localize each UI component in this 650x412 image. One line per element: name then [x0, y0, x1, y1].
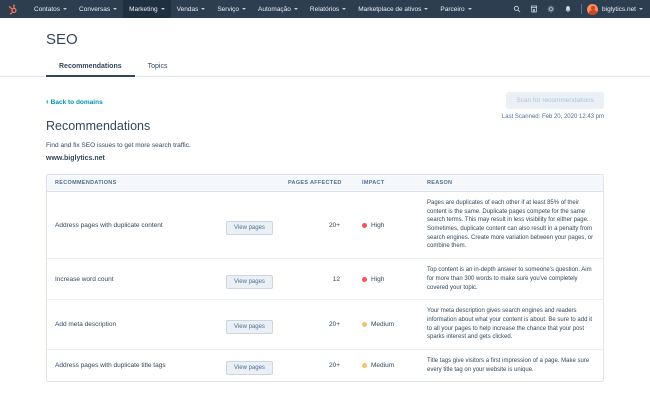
impact-cell: High [350, 276, 424, 283]
back-to-domains-link[interactable]: ‹ Back to domains [46, 99, 103, 106]
view-pages-button[interactable]: View pages [226, 361, 273, 375]
chevron-down-icon [342, 8, 346, 10]
nav-item-relatorios[interactable]: Relatórios [304, 0, 352, 18]
impact-dot [362, 322, 367, 327]
nav-item-contatos[interactable]: Contatos [28, 0, 73, 18]
content-area: ‹ Back to domains Recommendations Find a… [0, 77, 650, 162]
back-link-label: Back to domains [51, 99, 103, 106]
nav-item-label: Parceiro [440, 6, 464, 13]
table-row: Address pages with duplicate title tags … [47, 350, 603, 381]
nav-item-label: Automação [258, 6, 291, 13]
hubspot-logo-icon[interactable] [7, 3, 20, 16]
nav-right-tools: biglytics.net [508, 3, 643, 16]
column-header-impact: IMPACT [350, 180, 424, 186]
pages-affected-value: 20+ [286, 222, 350, 229]
primary-nav: Contatos Conversas Marketing Vendas Serv… [28, 0, 478, 18]
recommendation-label: Address pages with duplicate content [47, 222, 226, 229]
nav-item-vendas[interactable]: Vendas [171, 0, 212, 18]
section-heading: Recommendations [46, 119, 604, 133]
last-scanned-timestamp: Last Scanned: Feb 20, 2020 12:43 pm [502, 114, 604, 120]
avatar-figure [589, 10, 597, 15]
view-pages-button[interactable]: View pages [226, 275, 273, 289]
view-pages-button[interactable]: View pages [226, 320, 273, 334]
recommendation-label: Increase word count [47, 276, 226, 283]
impact-cell: Medium [350, 362, 424, 369]
reason-text: Top content is an in-depth answer to som… [424, 264, 603, 294]
chevron-down-icon [639, 8, 643, 10]
tab-bar: Recommendations Topics [0, 57, 650, 77]
nav-item-label: Marketing [129, 6, 158, 13]
impact-cell: Medium [350, 321, 424, 328]
top-navigation: Contatos Conversas Marketing Vendas Serv… [0, 0, 650, 18]
table-row: Increase word count View pages 12 High T… [47, 259, 603, 300]
chevron-down-icon [294, 8, 298, 10]
chevron-down-icon [113, 8, 117, 10]
column-header-pages-affected: PAGES AFFECTED [286, 180, 350, 186]
impact-dot [362, 223, 367, 228]
chevron-down-icon [468, 8, 472, 10]
pages-affected-value: 12 [286, 276, 350, 283]
bell-icon[interactable] [561, 3, 574, 16]
chevron-down-icon [201, 8, 205, 10]
reason-text: Your meta description gives search engin… [424, 305, 603, 344]
recommendations-table: RECOMMENDATIONS PAGES AFFECTED IMPACT RE… [46, 174, 604, 382]
nav-item-label: Marketplace de ativos [358, 6, 421, 13]
scan-for-recommendations-button[interactable]: Scan for recommendations [506, 92, 604, 109]
impact-label: High [371, 276, 384, 283]
nav-item-label: Relatórios [310, 6, 339, 13]
nav-item-conversas[interactable]: Conversas [73, 0, 123, 18]
nav-item-parceiro[interactable]: Parceiro [434, 0, 477, 18]
nav-item-marketplace[interactable]: Marketplace de ativos [352, 0, 434, 18]
account-name: biglytics.net [602, 6, 636, 13]
nav-item-label: Conversas [79, 6, 110, 13]
nav-item-servico[interactable]: Serviço [211, 0, 252, 18]
impact-label: Medium [371, 362, 394, 369]
impact-cell: High [350, 222, 424, 229]
divider [581, 4, 582, 14]
nav-item-marketing[interactable]: Marketing [123, 0, 171, 18]
nav-item-label: Serviço [217, 6, 239, 13]
impact-label: High [371, 222, 384, 229]
account-menu[interactable]: biglytics.net [602, 6, 643, 13]
column-header-recommendations: RECOMMENDATIONS [47, 180, 286, 186]
marketplace-icon[interactable] [527, 3, 540, 16]
section-subtitle: Find and fix SEO issues to get more sear… [46, 142, 604, 149]
chevron-down-icon [63, 8, 67, 10]
pages-affected-value: 20+ [286, 321, 350, 328]
impact-label: Medium [371, 321, 394, 328]
reason-text: Title tags give visitors a first impress… [424, 355, 603, 376]
reason-text: Pages are duplicates of each other if at… [424, 197, 603, 253]
pages-affected-value: 20+ [286, 362, 350, 369]
nav-item-label: Vendas [177, 6, 199, 13]
scan-area: Scan for recommendations Last Scanned: F… [502, 89, 604, 120]
gear-icon[interactable] [544, 3, 557, 16]
column-header-reason: REASON [424, 180, 603, 186]
chevron-left-icon: ‹ [46, 99, 49, 105]
impact-dot [362, 363, 367, 368]
recommendation-label: Address pages with duplicate title tags [47, 362, 226, 369]
chevron-down-icon [161, 8, 165, 10]
impact-dot [362, 277, 367, 282]
table-row: Address pages with duplicate content Vie… [47, 192, 603, 259]
search-icon[interactable] [510, 3, 523, 16]
table-header-row: RECOMMENDATIONS PAGES AFFECTED IMPACT RE… [47, 175, 603, 192]
table-row: Add meta description View pages 20+ Medi… [47, 300, 603, 350]
tab-topics[interactable]: Topics [135, 57, 181, 76]
scanned-domain: www.biglytics.net [46, 155, 604, 162]
nav-item-automacao[interactable]: Automação [252, 0, 304, 18]
nav-item-label: Contatos [34, 6, 60, 13]
chevron-down-icon [424, 8, 428, 10]
recommendation-label: Add meta description [47, 321, 226, 328]
page-title: SEO [46, 31, 650, 48]
view-pages-button[interactable]: View pages [226, 221, 273, 235]
avatar[interactable] [587, 4, 598, 15]
avatar-figure [591, 6, 595, 10]
chevron-down-icon [242, 8, 246, 10]
tab-recommendations[interactable]: Recommendations [46, 57, 135, 77]
